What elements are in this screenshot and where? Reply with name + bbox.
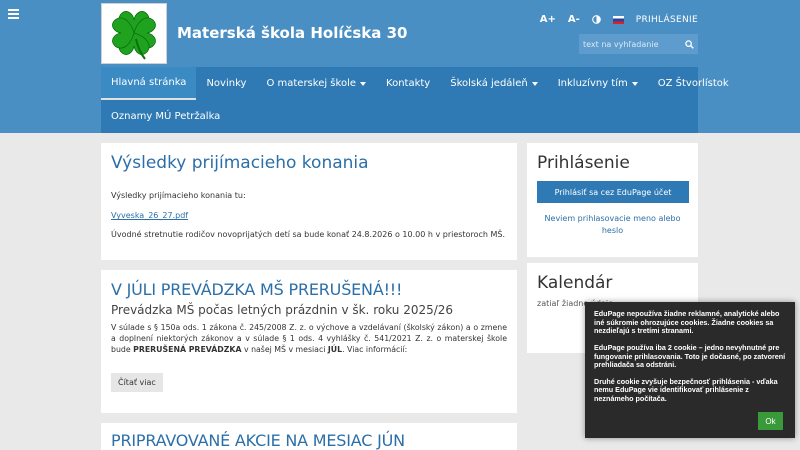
- login-link[interactable]: PRIHLÁSENIE: [636, 15, 698, 25]
- nav-item-oz[interactable]: OZ Štvorlístok: [648, 67, 739, 100]
- calendar-title: Kalendár: [537, 273, 613, 293]
- cookie-notice: EduPage nepoužíva žiadne reklamné, analy…: [585, 302, 795, 438]
- chevron-down-icon: [531, 81, 538, 86]
- contrast-icon[interactable]: [591, 15, 601, 24]
- post-title[interactable]: V JÚLI PREVÁDZKA MŠ PRERUŠENÁ!!!: [111, 280, 507, 299]
- edupage-login-button[interactable]: Prihlásiť sa cez EduPage účet: [537, 181, 689, 203]
- forgot-credentials-link[interactable]: Neviem prihlasovacie meno alebo heslo: [537, 213, 688, 236]
- main-nav: Hlavná stránka Novinky O materskej škole…: [101, 67, 729, 133]
- site-title[interactable]: Materská škola Holíčska 30: [177, 24, 408, 42]
- search-icon[interactable]: [685, 39, 694, 49]
- post-note: Úvodné stretnutie rodičov novoprijatých …: [111, 230, 505, 240]
- nav-item-inclusive-team[interactable]: Inkluzívny tím: [548, 67, 648, 100]
- nav-item-announcements[interactable]: Oznamy MÚ Petržalka: [101, 100, 230, 133]
- nav-item-canteen[interactable]: Školská jedáleň: [440, 67, 548, 100]
- font-increase-button[interactable]: A+: [540, 14, 556, 25]
- cookie-text-2: EduPage používa iba 2 cookie – jedno nev…: [594, 342, 786, 370]
- chevron-down-icon: [631, 81, 638, 86]
- post-july-closure: V JÚLI PREVÁDZKA MŠ PRERUŠENÁ!!! Prevádz…: [101, 270, 517, 413]
- post-title[interactable]: PRIPRAVOVANÉ AKCIE NA MESIAC JÚN: [111, 431, 507, 450]
- cookie-text-3: Druhé cookie zvyšuje bezpečnosť prihláse…: [594, 376, 778, 404]
- post-june-events: PRIPRAVOVANÉ AKCIE NA MESIAC JÚN: [101, 423, 517, 450]
- nav-item-contacts[interactable]: Kontakty: [376, 67, 440, 100]
- post-title[interactable]: Výsledky prijímacieho konania: [111, 153, 507, 173]
- nav-item-home[interactable]: Hlavná stránka: [101, 67, 197, 100]
- nav-item-about[interactable]: O materskej škole: [256, 67, 376, 100]
- search-input[interactable]: [583, 39, 685, 49]
- four-leaf-clover-icon: [112, 10, 156, 60]
- chevron-down-icon: [360, 81, 367, 86]
- post-body: V súlade s § 150a ods. 1 zákona č. 245/2…: [111, 323, 507, 354]
- cookie-ok-button[interactable]: Ok: [758, 412, 783, 430]
- slovak-flag-icon[interactable]: [612, 15, 624, 24]
- post-admission-results: Výsledky prijímacieho konania Výsledky p…: [101, 143, 517, 260]
- post-subtitle: Prevádzka MŠ počas letných prázdnin v šk…: [111, 303, 454, 317]
- post-intro: Výsledky prijímacieho konania tu:: [111, 191, 246, 200]
- search-box: [579, 34, 698, 54]
- login-title: Prihlásenie: [537, 153, 630, 173]
- hamburger-icon[interactable]: [8, 9, 19, 19]
- nav-item-news[interactable]: Novinky: [196, 67, 256, 100]
- font-decrease-button[interactable]: A-: [568, 14, 580, 25]
- cookie-text-1: EduPage nepoužíva žiadne reklamné, analy…: [594, 309, 780, 336]
- site-logo[interactable]: [101, 3, 167, 64]
- pdf-link[interactable]: Vyveska_26_27.pdf: [111, 211, 507, 220]
- read-more-button[interactable]: Čítať viac: [111, 373, 163, 393]
- login-panel: Prihlásenie Prihlásiť sa cez EduPage úče…: [527, 143, 698, 257]
- header-tools: A+ A- PRIHLÁSENIE: [540, 14, 698, 25]
